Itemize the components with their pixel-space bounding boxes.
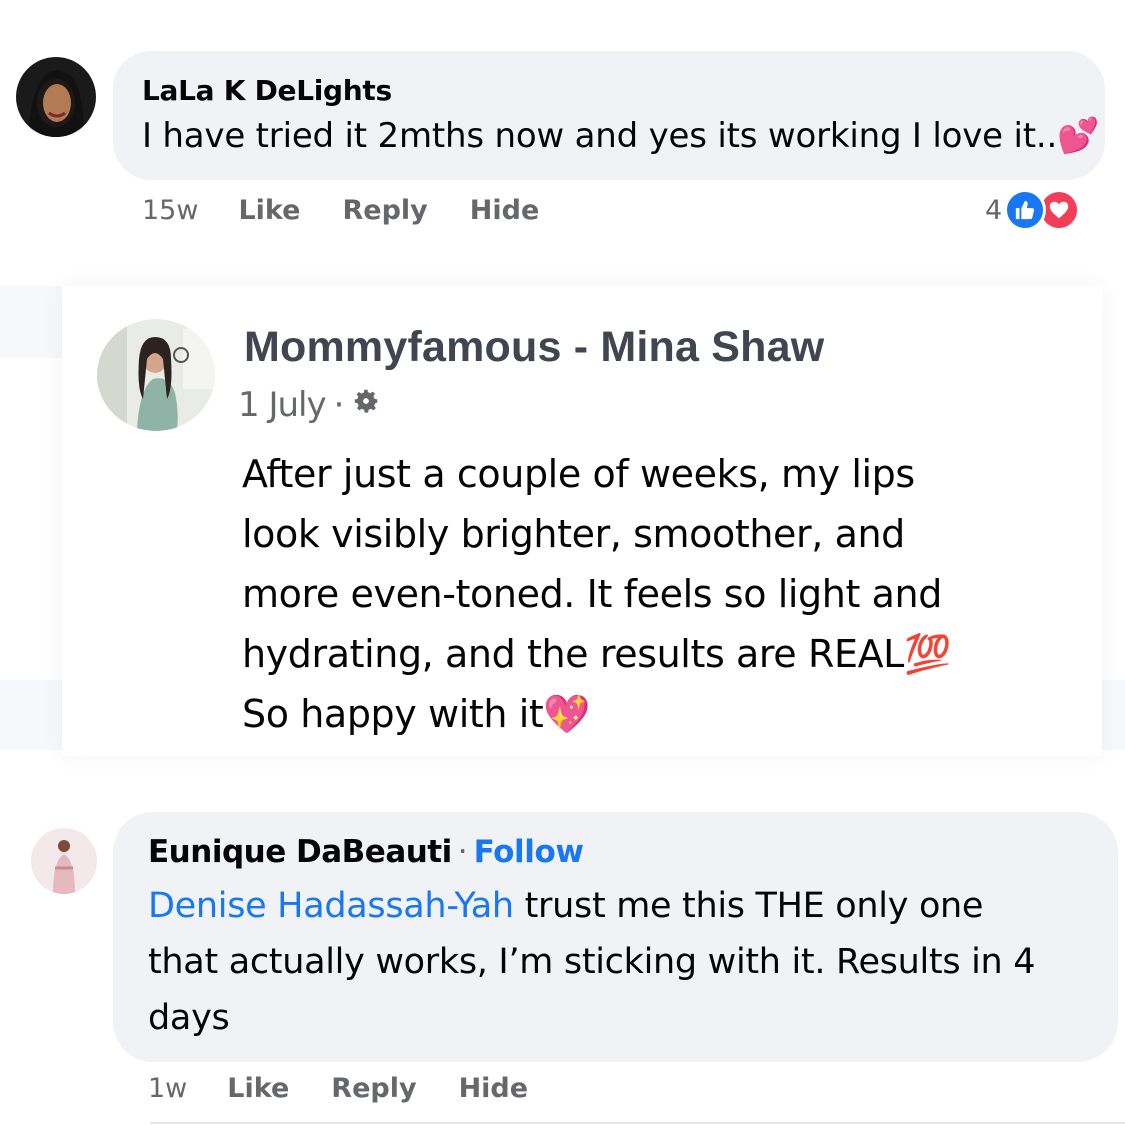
reply-button[interactable]: Reply <box>331 1073 416 1104</box>
reply-button[interactable]: Reply <box>342 195 427 226</box>
divider <box>150 1122 1125 1124</box>
background-shade <box>1102 680 1125 750</box>
separator: · <box>457 834 468 870</box>
hundred-points-emoji: 💯 <box>903 632 951 676</box>
gear-icon <box>351 385 381 425</box>
comment-text: I have tried it 2mths now and yes its wo… <box>142 116 1099 156</box>
background-shade <box>0 286 62 358</box>
sparkling-heart-emoji: 💖 <box>543 692 591 736</box>
comment-author[interactable]: Eunique DaBeauti <box>148 834 452 870</box>
hide-button[interactable]: Hide <box>470 195 540 226</box>
comment-line: that actually works, I’m sticking with i… <box>148 942 1036 982</box>
post-body: After just a couple of weeks, my lips lo… <box>242 444 1032 744</box>
post-line: So happy with it💖 <box>242 684 1032 744</box>
post-line: hydrating, and the results are REAL💯 <box>242 624 1032 684</box>
comment-time[interactable]: 15w <box>142 195 198 226</box>
post-meta: 1 July · <box>238 385 381 425</box>
comment-text-body: trust me this THE only one <box>513 886 984 926</box>
post-line: more even-toned. It feels so light and <box>242 572 942 616</box>
comment-time[interactable]: 1w <box>148 1073 187 1104</box>
comment-header: Eunique DaBeauti · Follow <box>148 834 584 870</box>
comment-line: Denise Hadassah-Yah trust me this THE on… <box>148 878 1098 934</box>
hide-button[interactable]: Hide <box>459 1073 529 1104</box>
like-icon <box>1004 189 1047 231</box>
comment-text-body: I have tried it 2mths now and yes its wo… <box>142 116 1058 156</box>
avatar[interactable] <box>16 57 96 137</box>
follow-button[interactable]: Follow <box>474 834 584 870</box>
post-line: look visibly brighter, smoother, and <box>242 512 905 556</box>
post-line-text: hydrating, and the results are REAL <box>242 632 904 676</box>
two-hearts-emoji: 💕 <box>1057 116 1100 156</box>
post-line-text: So happy with it <box>242 692 544 736</box>
post-date[interactable]: 1 July <box>238 385 327 425</box>
like-button[interactable]: Like <box>227 1073 289 1104</box>
post-author[interactable]: Mommyfamous - Mina Shaw <box>244 323 824 372</box>
avatar[interactable] <box>31 828 97 894</box>
reaction-summary[interactable]: 4 <box>985 189 1081 231</box>
background-shade <box>0 680 62 750</box>
post-line: After just a couple of weeks, my lips <box>242 452 915 496</box>
mention-link[interactable]: Denise Hadassah-Yah <box>148 886 514 926</box>
reaction-count: 4 <box>985 194 1003 226</box>
separator: · <box>333 385 345 425</box>
comment-actions: 15w Like Reply Hide <box>142 195 581 226</box>
comment-line: days <box>148 998 230 1038</box>
avatar[interactable] <box>97 319 215 431</box>
comment-actions: 1w Like Reply Hide <box>148 1073 570 1104</box>
comment-text: Denise Hadassah-Yah trust me this THE on… <box>148 878 1098 1046</box>
comment-author[interactable]: LaLa K DeLights <box>142 74 392 107</box>
like-button[interactable]: Like <box>238 195 300 226</box>
